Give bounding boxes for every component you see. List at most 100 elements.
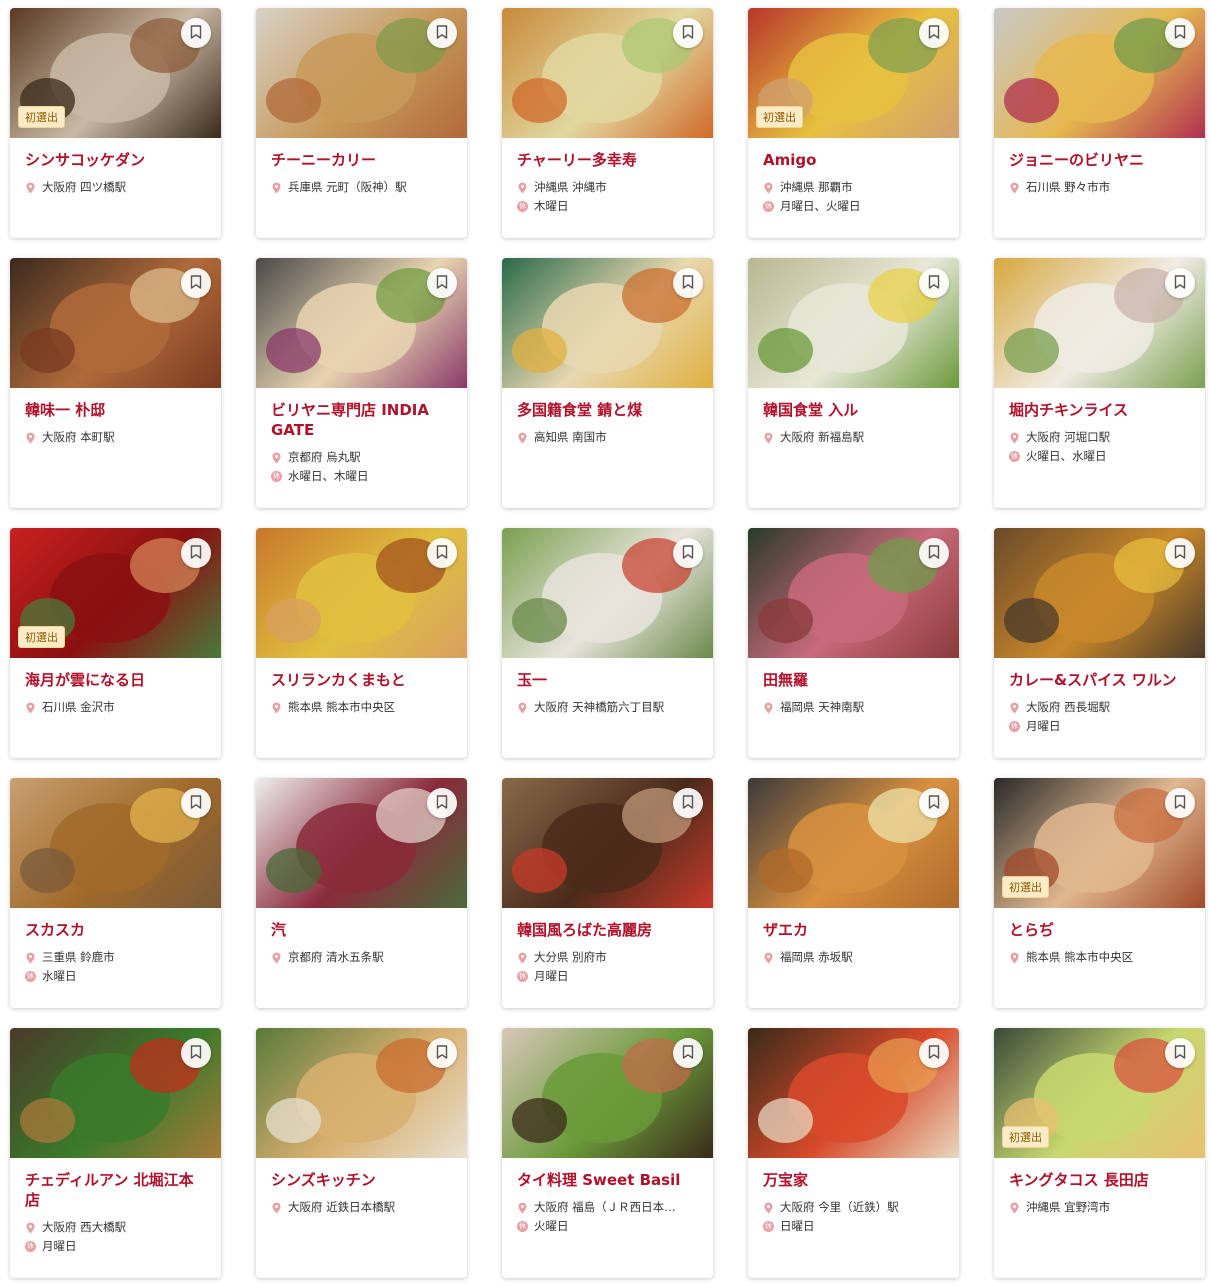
restaurant-name[interactable]: 玉一	[517, 670, 699, 690]
restaurant-card[interactable]: カレー&スパイス ワルン 大阪府 西長堀駅休月曜日	[994, 528, 1205, 758]
bookmark-button[interactable]	[181, 18, 211, 48]
food-photo[interactable]: 初選出	[10, 8, 221, 138]
food-photo[interactable]	[502, 528, 713, 658]
bookmark-button[interactable]	[1165, 268, 1195, 298]
restaurant-card[interactable]: 田無羅 福岡県 天神南駅	[748, 528, 959, 758]
bookmark-button[interactable]	[427, 1038, 457, 1068]
food-photo[interactable]	[994, 258, 1205, 388]
food-photo[interactable]	[10, 1028, 221, 1158]
restaurant-name[interactable]: 海月が雲になる日	[25, 670, 207, 690]
bookmark-button[interactable]	[919, 788, 949, 818]
food-photo[interactable]	[748, 258, 959, 388]
restaurant-name[interactable]: ザエカ	[763, 920, 945, 940]
bookmark-button[interactable]	[427, 18, 457, 48]
restaurant-name[interactable]: スカスカ	[25, 920, 207, 940]
restaurant-card[interactable]: チェディルアン 北堀江本店 大阪府 西大橋駅休月曜日	[10, 1028, 221, 1278]
food-photo[interactable]	[502, 8, 713, 138]
bookmark-button[interactable]	[1165, 18, 1195, 48]
bookmark-button[interactable]	[1165, 788, 1195, 818]
restaurant-name[interactable]: カレー&スパイス ワルン	[1009, 670, 1191, 690]
restaurant-name[interactable]: とらぢ	[1009, 920, 1191, 940]
bookmark-button[interactable]	[181, 1038, 211, 1068]
restaurant-card[interactable]: スリランカくまもと 熊本県 熊本市中央区	[256, 528, 467, 758]
restaurant-name[interactable]: 韓国風ろばた高麗房	[517, 920, 699, 940]
food-photo[interactable]: 初選出	[748, 8, 959, 138]
restaurant-name[interactable]: 汽	[271, 920, 453, 940]
restaurant-card[interactable]: 初選出 Amigo 沖縄県 那覇市休月曜日、火曜日	[748, 8, 959, 238]
restaurant-name[interactable]: チェディルアン 北堀江本店	[25, 1170, 207, 1210]
food-photo[interactable]	[256, 1028, 467, 1158]
food-photo[interactable]	[994, 8, 1205, 138]
restaurant-card[interactable]: スカスカ 三重県 鈴鹿市休水曜日	[10, 778, 221, 1008]
food-photo[interactable]: 初選出	[10, 528, 221, 658]
food-photo[interactable]	[256, 528, 467, 658]
food-photo[interactable]	[10, 778, 221, 908]
bookmark-button[interactable]	[919, 538, 949, 568]
bookmark-button[interactable]	[181, 538, 211, 568]
food-photo[interactable]	[748, 778, 959, 908]
bookmark-button[interactable]	[673, 1038, 703, 1068]
bookmark-button[interactable]	[181, 788, 211, 818]
restaurant-card[interactable]: 初選出 シンサコッケダン 大阪府 四ツ橋駅	[10, 8, 221, 238]
restaurant-card[interactable]: 韓国風ろばた高麗房 大分県 別府市休月曜日	[502, 778, 713, 1008]
restaurant-name[interactable]: スリランカくまもと	[271, 670, 453, 690]
food-photo[interactable]	[502, 258, 713, 388]
restaurant-name[interactable]: 多国籍食堂 錆と煤	[517, 400, 699, 420]
bookmark-button[interactable]	[673, 538, 703, 568]
bookmark-button[interactable]	[181, 268, 211, 298]
food-photo[interactable]	[256, 8, 467, 138]
restaurant-name[interactable]: シンズキッチン	[271, 1170, 453, 1190]
restaurant-card[interactable]: ジョニーのビリヤニ 石川県 野々市市	[994, 8, 1205, 238]
bookmark-button[interactable]	[919, 1038, 949, 1068]
restaurant-name[interactable]: 韓味一 朴邸	[25, 400, 207, 420]
food-photo[interactable]	[256, 258, 467, 388]
food-photo[interactable]	[502, 1028, 713, 1158]
bookmark-button[interactable]	[919, 268, 949, 298]
restaurant-name[interactable]: ジョニーのビリヤニ	[1009, 150, 1191, 170]
restaurant-card[interactable]: 初選出 とらぢ 熊本県 熊本市中央区	[994, 778, 1205, 1008]
restaurant-card[interactable]: シンズキッチン 大阪府 近鉄日本橋駅	[256, 1028, 467, 1278]
restaurant-name[interactable]: 堀内チキンライス	[1009, 400, 1191, 420]
restaurant-card[interactable]: チーニーカリー 兵庫県 元町（阪神）駅	[256, 8, 467, 238]
bookmark-button[interactable]	[427, 788, 457, 818]
restaurant-card[interactable]: 万宝家 大阪府 今里（近鉄）駅休日曜日	[748, 1028, 959, 1278]
restaurant-name[interactable]: Amigo	[763, 150, 945, 170]
restaurant-name[interactable]: シンサコッケダン	[25, 150, 207, 170]
food-photo[interactable]	[10, 258, 221, 388]
restaurant-name[interactable]: チーニーカリー	[271, 150, 453, 170]
restaurant-name[interactable]: チャーリー多幸寿	[517, 150, 699, 170]
restaurant-name[interactable]: ビリヤニ専門店 INDIA GATE	[271, 400, 453, 440]
food-photo[interactable]	[256, 778, 467, 908]
bookmark-button[interactable]	[1165, 538, 1195, 568]
restaurant-card[interactable]: タイ料理 Sweet Basil 大阪府 福島（ＪＲ西日本… 休火曜日	[502, 1028, 713, 1278]
bookmark-button[interactable]	[1165, 1038, 1195, 1068]
restaurant-name[interactable]: 万宝家	[763, 1170, 945, 1190]
food-photo[interactable]: 初選出	[994, 778, 1205, 908]
bookmark-button[interactable]	[673, 788, 703, 818]
restaurant-card[interactable]: ビリヤニ専門店 INDIA GATE 京都府 烏丸駅休水曜日、木曜日	[256, 258, 467, 508]
food-photo[interactable]	[994, 528, 1205, 658]
bookmark-button[interactable]	[673, 268, 703, 298]
restaurant-name[interactable]: キングタコス 長田店	[1009, 1170, 1191, 1190]
restaurant-card[interactable]: 多国籍食堂 錆と煤 高知県 南国市	[502, 258, 713, 508]
bookmark-button[interactable]	[673, 18, 703, 48]
restaurant-name[interactable]: 田無羅	[763, 670, 945, 690]
food-photo[interactable]	[748, 528, 959, 658]
restaurant-card[interactable]: 初選出 キングタコス 長田店 沖縄県 宜野湾市	[994, 1028, 1205, 1278]
restaurant-card[interactable]: 韓国食堂 入ル 大阪府 新福島駅	[748, 258, 959, 508]
restaurant-card[interactable]: チャーリー多幸寿 沖縄県 沖縄市休木曜日	[502, 8, 713, 238]
food-photo[interactable]	[748, 1028, 959, 1158]
bookmark-button[interactable]	[919, 18, 949, 48]
restaurant-name[interactable]: 韓国食堂 入ル	[763, 400, 945, 420]
restaurant-name[interactable]: タイ料理 Sweet Basil	[517, 1170, 699, 1190]
bookmark-button[interactable]	[427, 538, 457, 568]
food-photo[interactable]: 初選出	[994, 1028, 1205, 1158]
restaurant-card[interactable]: 堀内チキンライス 大阪府 河堀口駅休火曜日、水曜日	[994, 258, 1205, 508]
restaurant-card[interactable]: 玉一 大阪府 天神橋筋六丁目駅	[502, 528, 713, 758]
restaurant-card[interactable]: ザエカ 福岡県 赤坂駅	[748, 778, 959, 1008]
restaurant-card[interactable]: 韓味一 朴邸 大阪府 本町駅	[10, 258, 221, 508]
restaurant-card[interactable]: 初選出 海月が雲になる日 石川県 金沢市	[10, 528, 221, 758]
food-photo[interactable]	[502, 778, 713, 908]
restaurant-card[interactable]: 汽京都府 清水五条駅	[256, 778, 467, 1008]
bookmark-button[interactable]	[427, 268, 457, 298]
